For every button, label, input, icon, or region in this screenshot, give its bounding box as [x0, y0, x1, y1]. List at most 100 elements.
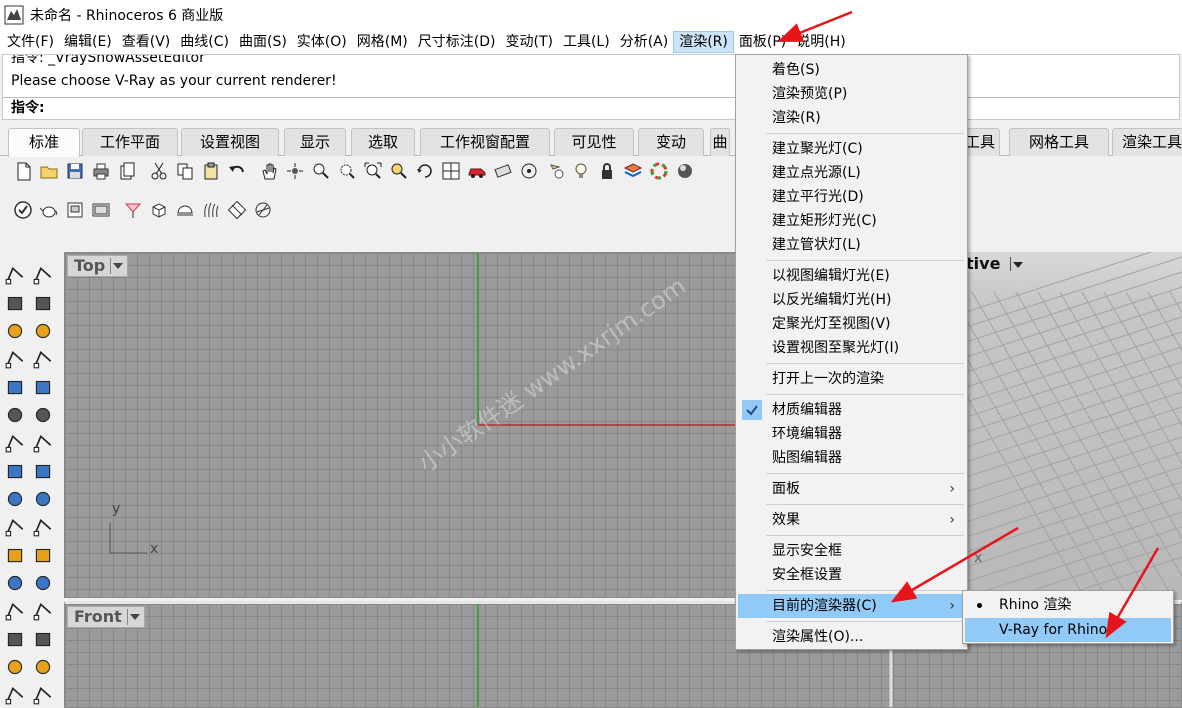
frame-buffer-icon[interactable] — [62, 197, 88, 223]
scale-icon[interactable] — [30, 682, 56, 708]
menu-item-8[interactable]: 变动(T) — [500, 31, 557, 53]
menu-item-12[interactable]: 面板(P) — [734, 31, 791, 53]
paste-icon[interactable] — [198, 158, 224, 184]
check-icon[interactable] — [10, 197, 36, 223]
render-menu-item-1[interactable]: 渲染预览(P) — [738, 82, 965, 106]
options-icon[interactable] — [490, 158, 516, 184]
new-file-icon[interactable] — [10, 158, 36, 184]
box-icon[interactable] — [146, 197, 172, 223]
menu-item-0[interactable]: 文件(F) — [2, 31, 59, 53]
ellipse-icon[interactable] — [30, 318, 56, 344]
render-menu-item-0[interactable]: 着色(S) — [738, 58, 965, 82]
save-icon[interactable] — [62, 158, 88, 184]
dimension-icon[interactable] — [30, 598, 56, 624]
target-icon[interactable] — [516, 158, 542, 184]
tab-4[interactable]: 选取 — [351, 128, 415, 156]
menu-item-13[interactable]: 说明(H) — [791, 31, 850, 53]
tab-5[interactable]: 工作视窗配置 — [420, 128, 550, 156]
import-icon[interactable] — [114, 158, 140, 184]
edit-icon[interactable] — [30, 626, 56, 652]
menu-item-7[interactable]: 尺寸标注(D) — [413, 31, 501, 53]
box-solid-icon[interactable] — [2, 430, 28, 456]
block-icon[interactable] — [2, 654, 28, 680]
rotate-camera-icon[interactable] — [412, 158, 438, 184]
polygon-icon[interactable] — [2, 346, 28, 372]
layer-icon[interactable] — [620, 158, 646, 184]
decal-icon[interactable] — [224, 197, 250, 223]
render-menu-item-20[interactable]: 目前的渲染器(C) › — [738, 594, 965, 618]
car-icon[interactable] — [464, 158, 490, 184]
lock-icon[interactable] — [594, 158, 620, 184]
four-viewports-icon[interactable] — [438, 158, 464, 184]
tab-11[interactable]: 渲染工具 — [1112, 128, 1182, 156]
renderer-option-1[interactable]: V-Ray for Rhino — [965, 618, 1171, 642]
menu-item-10[interactable]: 分析(A) — [615, 31, 674, 53]
curve-icon[interactable] — [30, 290, 56, 316]
render-menu-item-3[interactable]: 建立聚光灯(C) — [738, 137, 965, 161]
rectangle-icon[interactable] — [30, 346, 56, 372]
join-icon[interactable] — [2, 486, 28, 512]
surface-icon[interactable] — [2, 402, 28, 428]
render-menu-item-10[interactable]: 定聚光灯至视图(V) — [738, 312, 965, 336]
cut-icon[interactable] — [146, 158, 172, 184]
render-menu-item-16[interactable]: 面板 › — [738, 477, 965, 501]
render-menu-item-8[interactable]: 以视图编辑灯光(E) — [738, 264, 965, 288]
render-menu-item-7[interactable]: 建立管状灯(L) — [738, 233, 965, 257]
text-icon[interactable] — [2, 598, 28, 624]
circle-icon[interactable] — [2, 318, 28, 344]
frame-buffer-2-icon[interactable] — [88, 197, 114, 223]
fillet-icon[interactable] — [30, 374, 56, 400]
mesh-icon[interactable] — [30, 458, 56, 484]
tab-7[interactable]: 变动 — [638, 128, 704, 156]
loft-icon[interactable] — [30, 402, 56, 428]
render-menu-item-6[interactable]: 建立矩形灯光(C) — [738, 209, 965, 233]
render-menu-item-2[interactable]: 渲染(R) — [738, 106, 965, 130]
render-menu-item-18[interactable]: 显示安全框 — [738, 539, 965, 563]
infinite-plane-icon[interactable] — [250, 197, 276, 223]
color-wheel-icon[interactable] — [646, 158, 672, 184]
zoom-selected-icon[interactable] — [386, 158, 412, 184]
render-menu-item-15[interactable]: 贴图编辑器 — [738, 446, 965, 470]
perspective-viewport-title[interactable]: tive — [966, 254, 1000, 273]
render-menu-item-14[interactable]: 环境编辑器 — [738, 422, 965, 446]
tab-6[interactable]: 可见性 — [554, 128, 634, 156]
render-menu-item-5[interactable]: 建立平行光(D) — [738, 185, 965, 209]
render-menu-item-11[interactable]: 设置视图至聚光灯(I) — [738, 336, 965, 360]
open-folder-icon[interactable] — [36, 158, 62, 184]
teapot-icon[interactable] — [36, 197, 62, 223]
menu-item-5[interactable]: 实体(O) — [292, 31, 352, 53]
move-icon[interactable] — [2, 682, 28, 708]
tab-3[interactable]: 显示 — [284, 128, 346, 156]
chevron-down-icon[interactable] — [1010, 257, 1023, 271]
explode-icon[interactable] — [30, 486, 56, 512]
render-sphere-icon[interactable] — [672, 158, 698, 184]
array-icon[interactable] — [2, 626, 28, 652]
offset-icon[interactable] — [2, 570, 28, 596]
tab-0[interactable]: 标准 — [8, 128, 80, 157]
menu-item-9[interactable]: 工具(L) — [558, 31, 615, 53]
top-viewport-label[interactable]: Top — [67, 255, 129, 277]
front-viewport-label[interactable]: Front — [67, 606, 145, 628]
zoom-icon[interactable] — [308, 158, 334, 184]
zoom-window-icon[interactable] — [334, 158, 360, 184]
point-icon[interactable] — [30, 262, 56, 288]
undo-icon[interactable] — [224, 158, 250, 184]
fur-icon[interactable] — [198, 197, 224, 223]
render-menu-item-13[interactable]: 材质编辑器 — [738, 398, 965, 422]
menu-item-11[interactable]: 渲染(R) — [673, 31, 734, 53]
rotate-view-icon[interactable] — [282, 158, 308, 184]
render-menu-item-12[interactable]: 打开上一次的渲染 — [738, 367, 965, 391]
sphere-icon[interactable] — [30, 430, 56, 456]
render-menu-item-17[interactable]: 效果 › — [738, 508, 965, 532]
tab-1[interactable]: 工作平面 — [82, 128, 178, 156]
menu-item-4[interactable]: 曲面(S) — [234, 31, 292, 53]
select-arrow-icon[interactable] — [2, 262, 28, 288]
render-menu-item-9[interactable]: 以反光编辑灯光(H) — [738, 288, 965, 312]
menu-item-6[interactable]: 网格(M) — [352, 31, 413, 53]
split-icon[interactable] — [30, 514, 56, 540]
zoom-extents-icon[interactable] — [360, 158, 386, 184]
group-icon[interactable] — [30, 542, 56, 568]
trim-icon[interactable] — [2, 514, 28, 540]
perspective-viewport[interactable]: tive x — [966, 252, 1182, 600]
curve-tools-icon[interactable] — [30, 570, 56, 596]
